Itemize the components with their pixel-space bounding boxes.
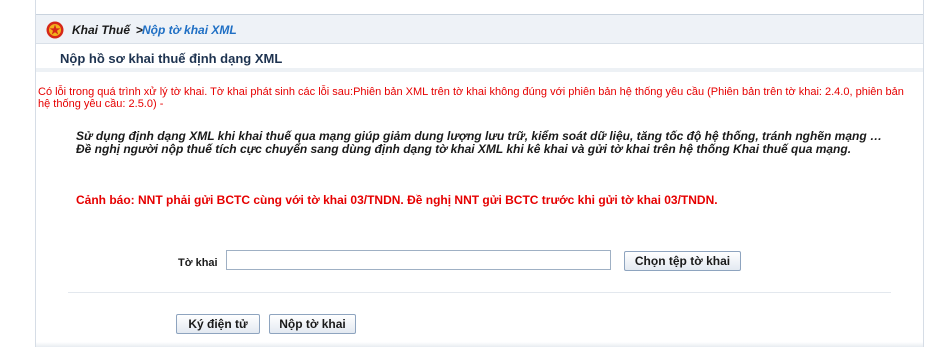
digital-sign-button[interactable]: Ký điện tử — [176, 314, 260, 334]
file-label: Tờ khai — [178, 257, 218, 269]
choose-file-button[interactable]: Chọn tệp tờ khai — [624, 251, 741, 271]
national-emblem-icon — [46, 21, 64, 39]
file-path-input[interactable] — [226, 250, 611, 270]
bottom-edge — [36, 342, 923, 347]
title-underline — [36, 68, 923, 72]
warning-message: Cảnh báo: NNT phải gửi BCTC cùng với tờ … — [76, 193, 718, 207]
submit-declaration-button[interactable]: Nộp tờ khai — [269, 314, 356, 334]
page-title: Nộp hồ sơ khai thuế định dạng XML — [60, 51, 283, 66]
top-border — [36, 0, 923, 15]
info-message: Sử dụng định dạng XML khi khai thuế qua … — [76, 129, 882, 156]
breadcrumb-current-link[interactable]: Nộp tờ khai XML — [142, 23, 237, 37]
error-message: Có lỗi trong quá trình xử lý tờ khai. Tờ… — [38, 86, 904, 110]
breadcrumb: Khai Thuế > Nộp tờ khai XML — [36, 15, 923, 44]
main-frame: Khai Thuế > Nộp tờ khai XML Nộp hồ sơ kh… — [35, 0, 924, 347]
breadcrumb-home-link[interactable]: Khai Thuế — [72, 23, 130, 37]
form-divider — [68, 292, 891, 293]
